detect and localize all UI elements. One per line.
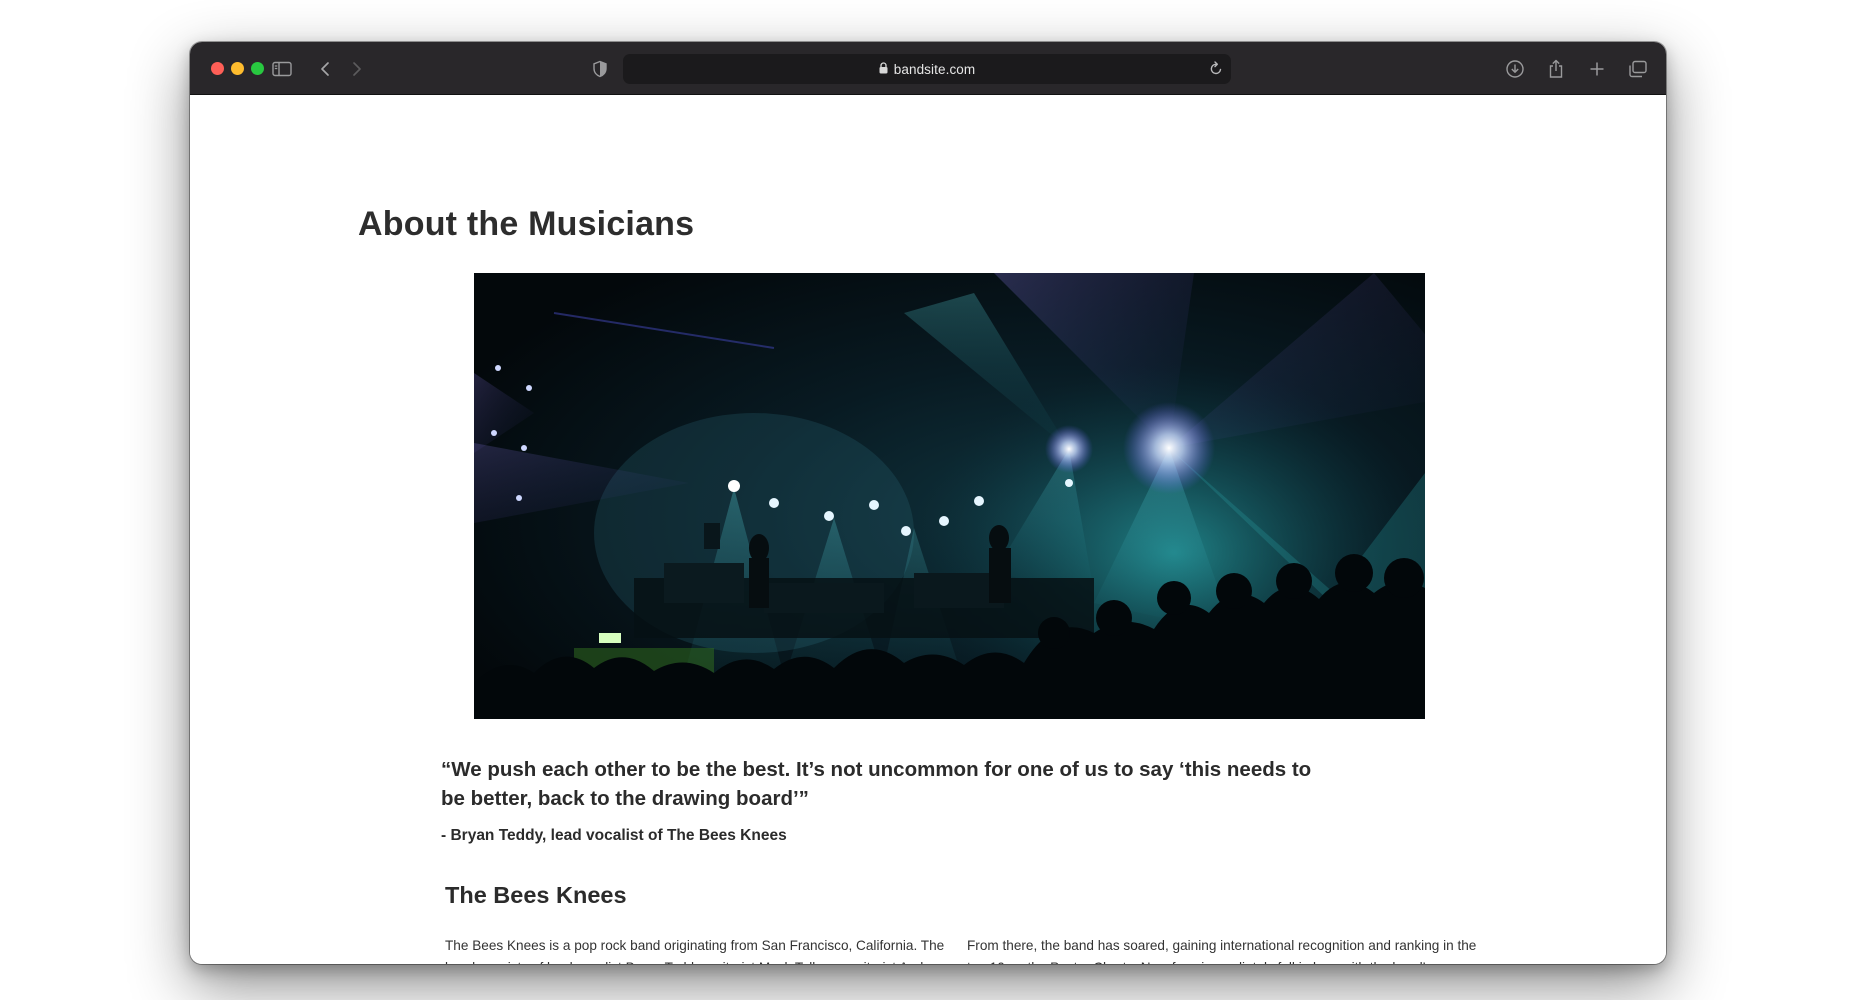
reload-icon[interactable] — [1209, 61, 1223, 81]
browser-window: bandsite.com About the Musicians “We pus… — [190, 42, 1666, 964]
band-bio-right-column: From there, the band has soared, gaining… — [967, 938, 1477, 964]
shield-icon[interactable] — [587, 56, 613, 82]
share-icon[interactable] — [1543, 56, 1569, 82]
address-bar[interactable]: bandsite.com — [623, 54, 1231, 84]
back-icon[interactable] — [312, 56, 338, 82]
quote-attribution: - Bryan Teddy, lead vocalist of The Bees… — [441, 827, 787, 844]
browser-toolbar: bandsite.com — [190, 42, 1666, 95]
page-title: About the Musicians — [358, 205, 695, 243]
zoom-window-button[interactable] — [251, 62, 264, 75]
minimize-window-button[interactable] — [231, 62, 244, 75]
page-content: About the Musicians “We push each other … — [190, 95, 1666, 964]
sidebar-icon[interactable] — [269, 56, 295, 82]
tabs-overview-icon[interactable] — [1625, 56, 1651, 82]
band-bio-left-column: The Bees Knees is a pop rock band origin… — [445, 938, 945, 964]
close-window-button[interactable] — [211, 62, 224, 75]
new-tab-icon[interactable] — [1584, 56, 1610, 82]
concert-hero-image — [474, 273, 1425, 719]
lock-icon — [879, 61, 888, 77]
url-text: bandsite.com — [893, 61, 976, 77]
forward-icon[interactable] — [344, 56, 370, 82]
band-quote: “We push each other to be the best. It’s… — [441, 758, 1312, 810]
download-icon[interactable] — [1502, 56, 1528, 82]
section-title: The Bees Knees — [445, 882, 627, 908]
